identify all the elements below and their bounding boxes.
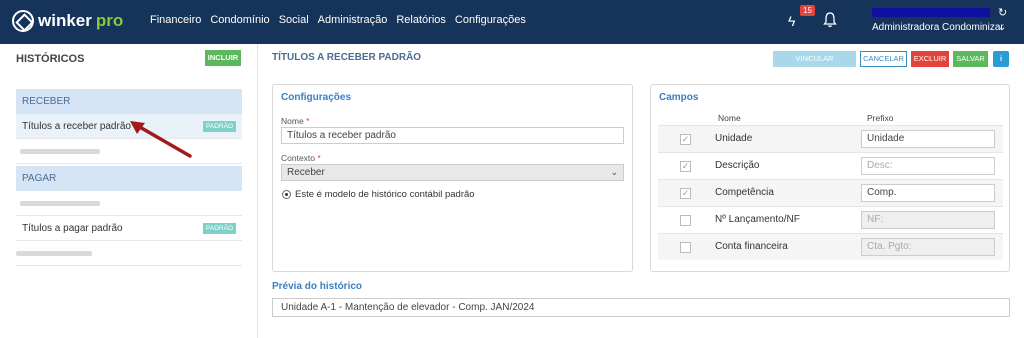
config-panel: Configurações Nome * Títulos a receber p… xyxy=(272,84,633,272)
prefix-input: Cta. Pgto: xyxy=(861,238,995,256)
field-name: Unidade xyxy=(715,133,753,144)
field-checkbox[interactable]: ✓ xyxy=(680,188,691,199)
field-row-competencia: ✓ Competência Comp. xyxy=(658,179,1003,206)
section-receber: RECEBER xyxy=(16,89,242,114)
logo-mark-icon xyxy=(12,10,34,32)
top-navbar: winker pro Financeiro Condomínio Social … xyxy=(0,0,1024,44)
field-checkbox[interactable]: ✓ xyxy=(680,161,691,172)
page-title: TÍTULOS A RECEBER PADRÃO xyxy=(272,52,422,63)
redacted-text xyxy=(16,251,92,256)
field-checkbox[interactable] xyxy=(680,242,691,253)
contexto-value: Receber xyxy=(287,167,325,178)
nav-configuracoes[interactable]: Configurações xyxy=(455,14,526,26)
column-header-prefixo: Prefixo xyxy=(867,113,894,123)
field-name: Descrição xyxy=(715,160,760,171)
prefix-input: NF: xyxy=(861,211,995,229)
nav-administracao[interactable]: Administração xyxy=(318,14,388,26)
campos-title: Campos xyxy=(659,92,699,103)
info-icon[interactable]: i xyxy=(993,51,1009,67)
prefix-input[interactable]: Desc: xyxy=(861,157,995,175)
preview-title: Prévia do histórico xyxy=(272,281,363,292)
link-history-button[interactable]: VINCULAR HISTÓRICO xyxy=(773,51,856,77)
nome-input[interactable]: Títulos a receber padrão xyxy=(281,127,624,144)
prefix-input[interactable]: Unidade xyxy=(861,130,995,148)
winker-logo[interactable]: winker pro xyxy=(12,10,123,32)
section-pagar: PAGAR xyxy=(16,166,242,191)
list-item-label: Títulos a receber padrão xyxy=(22,121,131,132)
default-model-radio[interactable] xyxy=(282,190,291,199)
nome-label: Nome * xyxy=(281,116,310,126)
padrao-badge: PADRÃO xyxy=(203,121,236,132)
chevron-down-icon[interactable]: ⌄ xyxy=(998,22,1006,33)
field-name: Competência xyxy=(715,187,774,198)
nav-social[interactable]: Social xyxy=(279,14,309,26)
chevron-down-icon: ⌄ xyxy=(610,167,618,177)
contexto-label: Contexto * xyxy=(281,153,321,163)
list-item-redacted[interactable] xyxy=(16,241,242,266)
list-item-redacted[interactable] xyxy=(16,191,242,216)
contexto-select[interactable]: Receber ⌄ xyxy=(281,164,624,181)
main-nav: Financeiro Condomínio Social Administraç… xyxy=(150,14,526,26)
user-role[interactable]: Administradora Condominizar xyxy=(872,22,1004,33)
logo-pro-text: pro xyxy=(95,11,124,30)
config-title: Configurações xyxy=(281,92,352,103)
save-button[interactable]: SALVAR xyxy=(953,51,988,67)
sidebar: HISTÓRICOS INCLUIR RECEBER Títulos a rec… xyxy=(0,44,258,338)
list-item-label: Títulos a pagar padrão xyxy=(22,223,123,234)
redacted-text xyxy=(20,149,100,154)
prefix-input[interactable]: Comp. xyxy=(861,184,995,202)
field-row-lancamento: Nº Lançamento/NF NF: xyxy=(658,206,1003,233)
cancel-button[interactable]: CANCELAR xyxy=(860,51,907,67)
notification-count-badge: 15 xyxy=(800,5,815,16)
field-checkbox[interactable] xyxy=(680,215,691,226)
nav-condominio[interactable]: Condomínio xyxy=(210,14,269,26)
column-header-nome: Nome xyxy=(718,113,741,123)
bell-icon[interactable] xyxy=(822,11,838,29)
redacted-text xyxy=(20,201,100,206)
field-checkbox[interactable]: ✓ xyxy=(680,134,691,145)
refresh-icon[interactable]: ↻ xyxy=(998,6,1007,19)
field-name: Conta financeira xyxy=(715,241,788,252)
include-button[interactable]: INCLUIR xyxy=(205,50,241,66)
field-name: Nº Lançamento/NF xyxy=(715,214,800,225)
field-row-descricao: ✓ Descrição Desc: xyxy=(658,152,1003,179)
field-row-conta-financeira: Conta financeira Cta. Pgto: xyxy=(658,233,1003,260)
padrao-badge: PADRÃO xyxy=(203,223,236,234)
delete-button[interactable]: EXCLUIR xyxy=(911,51,949,67)
redacted-user-name xyxy=(872,8,990,17)
preview-box: Unidade A-1 - Mantenção de elevador - Co… xyxy=(272,298,1010,317)
annotation-arrow-icon xyxy=(130,121,192,158)
nav-financeiro[interactable]: Financeiro xyxy=(150,14,201,26)
field-row-unidade: ✓ Unidade Unidade xyxy=(658,125,1003,152)
default-model-label: Este é modelo de histórico contábil padr… xyxy=(295,189,475,200)
lightning-icon[interactable]: ϟ xyxy=(788,13,795,29)
list-item-pagar-padrao[interactable]: Títulos a pagar padrão PADRÃO xyxy=(16,216,242,241)
nav-relatorios[interactable]: Relatórios xyxy=(396,14,446,26)
logo-text: winker xyxy=(38,11,92,30)
sidebar-title: HISTÓRICOS xyxy=(16,53,85,65)
